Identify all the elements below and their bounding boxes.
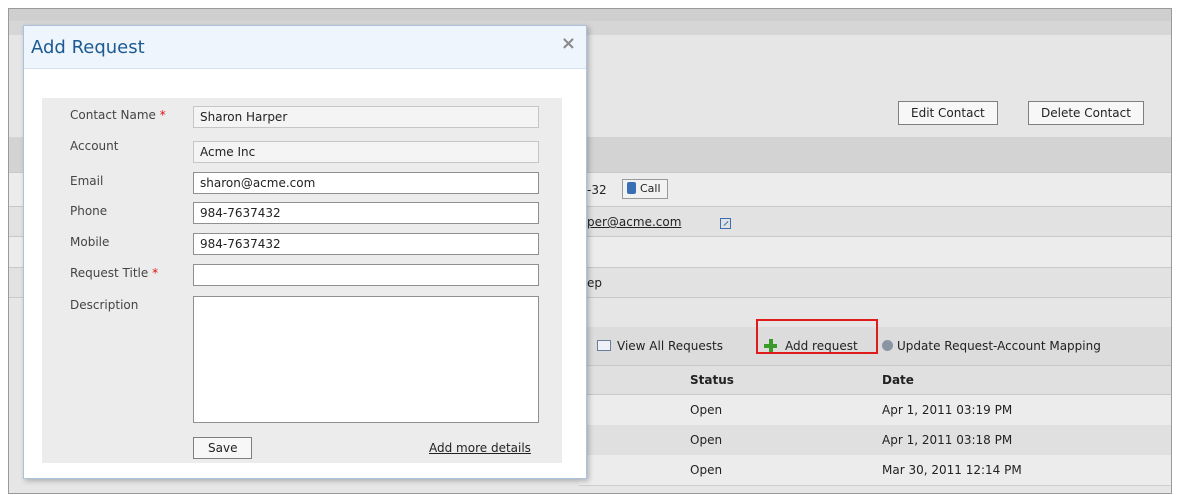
phone-label: Phone: [70, 204, 108, 218]
external-link-icon[interactable]: [720, 218, 731, 229]
table-row[interactable]: Open Mar 30, 2011 12:14 PM: [579, 455, 1171, 486]
add-request-dialog: Add Request × Contact Name * Account Ema…: [23, 25, 587, 479]
account-field[interactable]: [193, 141, 539, 163]
date-cell: Apr 1, 2011 03:19 PM: [882, 403, 1013, 417]
status-cell: Open: [690, 403, 723, 417]
update-icon: [882, 340, 893, 351]
phone-field[interactable]: [193, 202, 539, 224]
account-label: Account: [70, 139, 119, 153]
top-bar: [9, 9, 1171, 21]
close-icon[interactable]: ×: [561, 33, 576, 54]
request-title-label: Request Title *: [70, 266, 158, 280]
status-column-header: Status: [690, 373, 734, 387]
update-mapping-label: Update Request-Account Mapping: [897, 339, 1101, 353]
date-cell: Apr 1, 2011 03:18 PM: [882, 433, 1013, 447]
view-all-requests-label: View All Requests: [617, 339, 723, 353]
status-cell: Open: [690, 463, 723, 477]
dialog-title: Add Request: [31, 37, 145, 58]
partial-text: ep: [587, 276, 602, 290]
table-row[interactable]: Open Apr 1, 2011 03:19 PM: [579, 395, 1171, 426]
description-label: Description: [70, 298, 139, 312]
dialog-header: Add Request ×: [24, 26, 586, 69]
contact-name-field[interactable]: [193, 106, 539, 128]
app-frame: Edit Contact Delete Contact -32 Call per…: [8, 8, 1172, 494]
list-icon: [597, 340, 611, 351]
status-cell: Open: [690, 433, 723, 447]
date-cell: Mar 30, 2011 12:14 PM: [882, 463, 1022, 477]
email-link[interactable]: per@acme.com: [587, 215, 681, 229]
mobile-field[interactable]: [193, 233, 539, 255]
requests-table-header: Status Date: [579, 366, 1171, 395]
mobile-label: Mobile: [70, 235, 110, 249]
date-column-header: Date: [882, 373, 914, 387]
description-field[interactable]: [193, 296, 539, 423]
table-row[interactable]: Open Apr 1, 2011 03:18 PM: [579, 425, 1171, 456]
phone-fragment: -32: [587, 183, 607, 197]
phone-icon: [627, 182, 636, 194]
contact-name-label: Contact Name *: [70, 108, 166, 122]
contact-name-label-text: Contact Name: [70, 108, 156, 122]
email-label: Email: [70, 174, 104, 188]
required-marker: *: [152, 266, 159, 280]
edit-contact-button[interactable]: Edit Contact: [898, 101, 998, 125]
call-label: Call: [640, 182, 661, 195]
delete-contact-button[interactable]: Delete Contact: [1028, 101, 1144, 125]
request-title-label-text: Request Title: [70, 266, 149, 280]
required-marker: *: [159, 108, 166, 122]
request-title-field[interactable]: [193, 264, 539, 286]
add-more-details-link[interactable]: Add more details: [429, 441, 531, 455]
add-request-highlight: [756, 319, 878, 354]
save-button[interactable]: Save: [193, 437, 253, 459]
call-button[interactable]: Call: [622, 179, 668, 199]
update-mapping-link[interactable]: Update Request-Account Mapping: [882, 339, 1101, 353]
view-all-requests-link[interactable]: View All Requests: [597, 339, 723, 353]
email-field[interactable]: [193, 172, 539, 194]
